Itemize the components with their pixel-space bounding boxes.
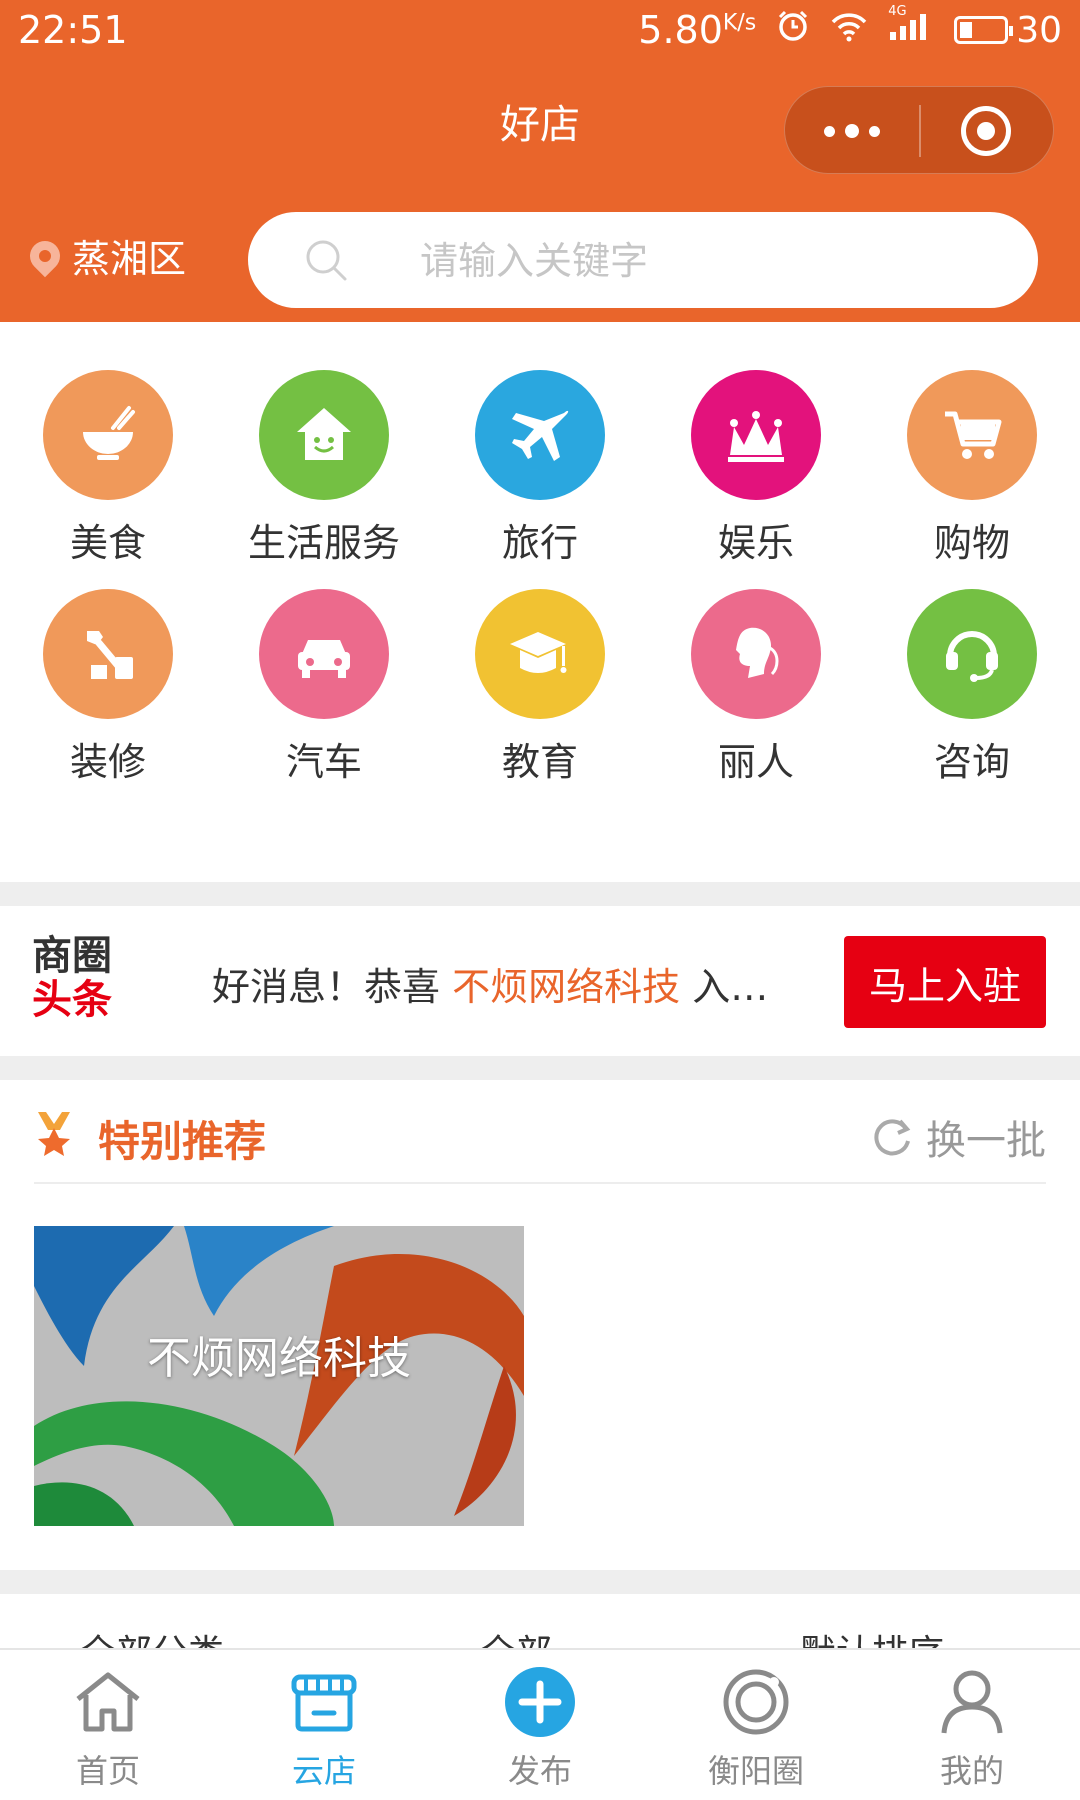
filter-sort[interactable]: 默认排序 [800,1624,984,1648]
miniprogram-capsule [784,86,1054,174]
bottom-tab-bar: 首页 云店 发布 衡阳圈 我的 [0,1648,1080,1800]
section-divider [0,882,1080,906]
location-pin-icon [23,234,67,277]
store-name: 不烦网络科技 [147,1333,411,1384]
recommend-header: 特别推荐 换一批 [0,1080,1080,1184]
car-icon [259,589,389,719]
location-label: 蒸湘区 [72,237,187,281]
tab-me[interactable]: 我的 [864,1650,1080,1800]
category-life-service[interactable]: 生活服务 [216,370,432,567]
headset-icon [907,589,1037,719]
ring-icon [718,1664,794,1740]
section-divider [0,1570,1080,1594]
person-icon [934,1664,1010,1740]
top-header: 22:51 5.80K/s 4G 30 好店 蒸湘区 [0,0,1080,322]
category-grid: 美食 生活服务 旅行 娱乐 购物 装修 汽车 教育 丽人 咨询 [0,370,1080,786]
category-food[interactable]: 美食 [0,370,216,567]
search-icon [306,240,347,281]
category-shopping[interactable]: 购物 [864,370,1080,567]
recommend-title: 特别推荐 [98,1117,267,1166]
filter-category[interactable]: 全部分类 [80,1624,264,1648]
status-bar: 22:51 5.80K/s 4G 30 [0,0,1080,62]
graduation-cap-icon [475,589,605,719]
woman-head-icon [691,589,821,719]
category-renovation[interactable]: 装修 [0,589,216,786]
status-indicators: 5.80K/s 4G 30 [638,4,1062,53]
tab-cloud-store[interactable]: 云店 [216,1650,432,1800]
airplane-icon [475,370,605,500]
wifi-icon [830,10,868,51]
net-speed: 5.80K/s [638,8,757,52]
battery-icon [954,16,1014,44]
filter-area[interactable]: 全部 [480,1624,592,1648]
tools-icon [43,589,173,719]
cart-icon [907,370,1037,500]
home-icon [70,1664,146,1740]
category-education[interactable]: 教育 [432,589,648,786]
join-now-button[interactable]: 马上入驻 [844,936,1046,1028]
store-card[interactable]: 不烦网络科技 [34,1226,524,1526]
signal-icon: 4G [888,4,934,51]
section-divider [0,1056,1080,1080]
tab-home[interactable]: 首页 [0,1650,216,1800]
alarm-icon [776,9,810,52]
crown-icon [691,370,821,500]
headline-banner[interactable]: 商圈 头条 好消息！恭喜 不烦网络科技 入… 马上入驻 [0,906,1080,1056]
refresh-batch-button[interactable]: 换一批 [870,1108,1046,1166]
divider-line [34,1182,1046,1184]
close-target-button[interactable] [961,106,1011,156]
search-input[interactable] [418,226,1002,296]
category-consult[interactable]: 咨询 [864,589,1080,786]
category-car[interactable]: 汽车 [216,589,432,786]
plus-circle-icon [502,1664,578,1740]
refresh-icon [874,1119,911,1156]
category-entertainment[interactable]: 娱乐 [648,370,864,567]
filter-bar: 全部分类 全部 默认排序 [0,1594,1080,1648]
headline-logo: 商圈 头条 [32,933,112,1023]
headline-text: 好消息！恭喜 不烦网络科技 入… [212,965,769,1009]
bowl-icon [43,370,173,500]
category-travel[interactable]: 旅行 [432,370,648,567]
tab-hengyang-circle[interactable]: 衡阳圈 [648,1650,864,1800]
battery: 30 [954,10,1062,51]
category-beauty[interactable]: 丽人 [648,589,864,786]
store-icon [286,1664,362,1740]
house-icon [259,370,389,500]
medal-icon [38,1112,70,1156]
search-bar[interactable] [248,212,1038,308]
location-selector[interactable]: 蒸湘区 [23,228,187,283]
status-time: 22:51 [18,8,128,52]
more-menu-button[interactable] [785,87,919,175]
tab-publish[interactable]: 发布 [432,1650,648,1800]
